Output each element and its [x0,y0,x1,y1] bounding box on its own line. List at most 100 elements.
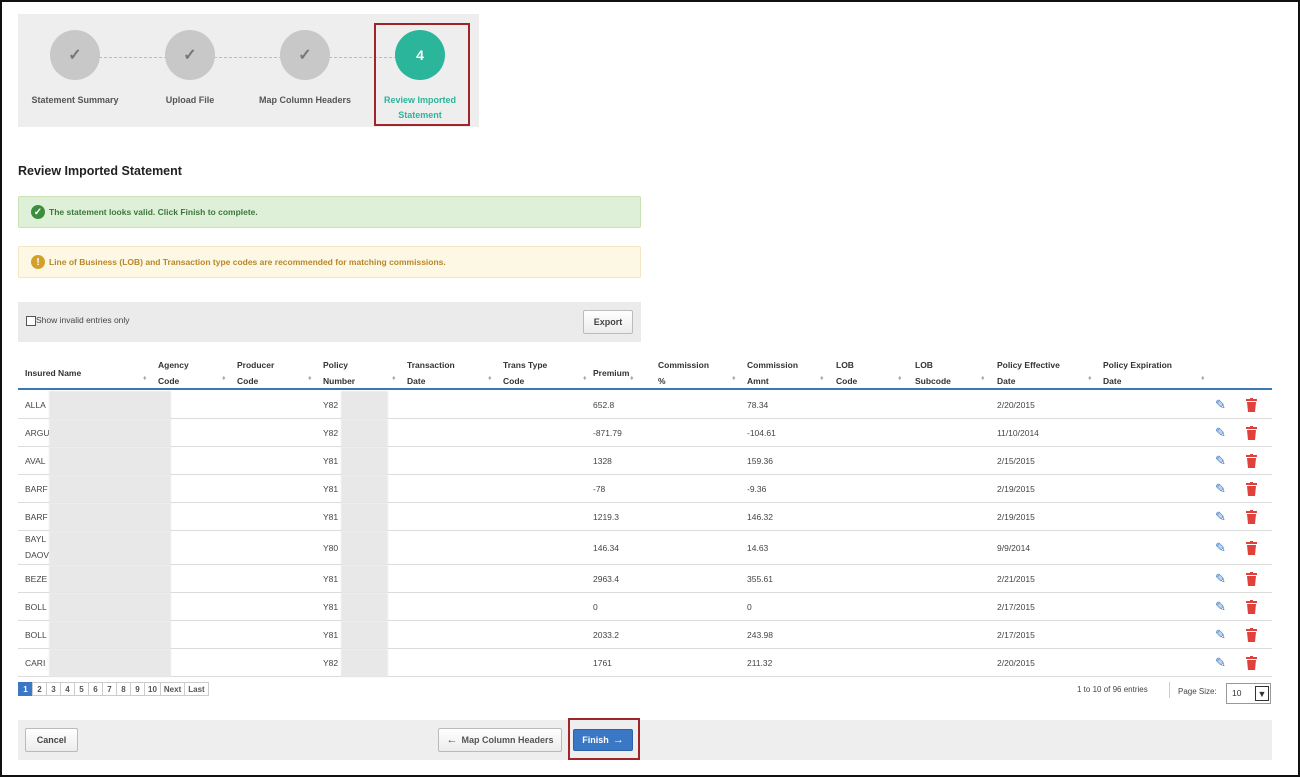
sort-icon[interactable]: ♦ [1088,375,1092,382]
sort-icon[interactable]: ♦ [143,375,147,382]
pencil-icon[interactable]: ✎ [1215,510,1227,524]
pencil-icon[interactable]: ✎ [1215,572,1227,586]
column-header[interactable]: Trans Type Code [503,357,547,389]
redacted-name [49,593,171,621]
pencil-icon[interactable]: ✎ [1215,628,1227,642]
redacted-policy [341,391,388,419]
page-size-select[interactable]: 10 ▼ [1226,683,1271,704]
cell-policy: Y81 [323,630,339,640]
redacted-policy [341,649,388,677]
cell-premium: -871.79 [593,428,622,438]
cell-premium: 652.8 [593,400,615,410]
cell-comm-amt: 211.32 [747,658,773,668]
page-button-2[interactable]: 2 [32,682,47,696]
wizard-step-label: Statement Summary [31,95,119,105]
active-step-highlight [374,23,470,126]
redacted-name [49,503,171,531]
cell-premium: 0 [593,602,598,612]
sort-icon[interactable]: ♦ [630,375,634,382]
trash-icon[interactable] [1246,482,1258,496]
show-invalid-checkbox[interactable] [26,316,36,326]
pencil-icon[interactable]: ✎ [1215,398,1227,412]
table-header: Insured Name ♦ Agency Code ♦ Producer Code ♦ Pol… [18,355,1272,390]
sort-icon[interactable]: ♦ [583,375,587,382]
sort-icon[interactable]: ♦ [488,375,492,382]
column-header[interactable]: Premium [593,365,629,381]
show-invalid-label[interactable]: Show invalid entries only [36,315,130,325]
column-header-text: Code [836,376,858,386]
page-button-3[interactable]: 3 [46,682,61,696]
column-header[interactable]: Commission% [658,357,709,389]
cell-name: AVAL [25,456,46,466]
page-button-9[interactable]: 9 [130,682,145,696]
page-button-1[interactable]: 1 [18,682,33,696]
trash-icon[interactable] [1246,510,1258,524]
wizard-step-statement-summary[interactable]: ✓ Statement Summary [20,30,130,108]
trash-icon[interactable] [1246,398,1258,412]
pencil-icon[interactable]: ✎ [1215,656,1227,670]
redacted-name [49,475,171,503]
page-button-8[interactable]: 8 [116,682,131,696]
pencil-icon[interactable]: ✎ [1215,482,1227,496]
filter-bar: Show invalid entries only Export [18,302,641,342]
wizard-step-map-column-headers[interactable]: ✓ Map Column Headers [250,30,360,108]
trash-icon[interactable] [1246,426,1258,440]
trash-icon[interactable] [1246,628,1258,642]
cell-eff-date: 9/9/2014 [997,543,1031,553]
sort-icon[interactable]: ♦ [820,375,824,382]
sort-icon[interactable]: ♦ [732,375,736,382]
sort-icon[interactable]: ♦ [392,375,396,382]
sort-icon[interactable]: ♦ [981,375,985,382]
column-header-text: LOB [836,360,854,370]
column-header-text: Transaction [407,360,455,370]
page-button-4[interactable]: 4 [60,682,75,696]
export-button[interactable]: Export [583,310,633,334]
trash-icon[interactable] [1246,541,1258,555]
column-header[interactable]: Commission Amnt [747,357,798,389]
cell-name: BOLL [25,630,47,640]
column-header[interactable]: Agency Code [158,357,189,389]
column-header-text: Commission [658,360,710,370]
redacted-policy [341,447,388,475]
column-header[interactable]: Policy Effective Date [997,357,1060,389]
trash-icon[interactable] [1246,656,1258,670]
page-button-6[interactable]: 6 [88,682,103,696]
page-title: Review Imported Statement [18,164,182,178]
next-page-button[interactable]: Next [159,682,186,696]
table-row: ALLA Y82 652.8 78.34 2/20/2015 ✎ [18,391,1272,419]
column-header[interactable]: LOB Subcode [915,357,951,389]
trash-icon[interactable] [1246,600,1258,614]
sort-icon[interactable]: ♦ [222,375,226,382]
column-header[interactable]: Policy Number [323,357,355,389]
cell-policy: Y81 [323,602,339,612]
last-page-button[interactable]: Last [184,682,209,696]
column-header[interactable]: Producer Code [237,357,274,389]
redacted-name [49,649,171,677]
pencil-icon[interactable]: ✎ [1215,426,1227,440]
column-header-text: Subcode [915,376,951,386]
column-header[interactable]: LOB Code [836,357,857,389]
trash-icon[interactable] [1246,572,1258,586]
sort-icon[interactable]: ♦ [308,375,312,382]
column-header[interactable]: Policy Expiration Date [1103,357,1172,389]
wizard-step-upload-file[interactable]: ✓ Upload File [135,30,245,108]
pencil-icon[interactable]: ✎ [1215,600,1227,614]
column-header-text: % [658,376,666,386]
page-button-5[interactable]: 5 [74,682,89,696]
page-button-7[interactable]: 7 [102,682,117,696]
trash-icon[interactable] [1246,454,1258,468]
column-header[interactable]: Insured Name [25,365,81,381]
column-header[interactable]: Transaction Date [407,357,455,389]
footer-bar: Cancel ← Map Column Headers Finish → [18,720,1272,760]
back-button[interactable]: ← Map Column Headers [438,728,562,752]
pencil-icon[interactable]: ✎ [1215,454,1227,468]
chevron-down-icon: ▼ [1255,686,1269,701]
column-header-text: Agency [158,360,189,370]
column-header-text: Code [237,376,259,386]
pencil-icon[interactable]: ✎ [1215,541,1227,555]
sort-icon[interactable]: ♦ [898,375,902,382]
table-row: BARF Y81 1219.3 146.32 2/19/2015 ✎ [18,503,1272,531]
sort-icon[interactable]: ♦ [1201,375,1205,382]
page-button-10[interactable]: 10 [144,682,161,696]
cancel-button[interactable]: Cancel [25,728,78,752]
